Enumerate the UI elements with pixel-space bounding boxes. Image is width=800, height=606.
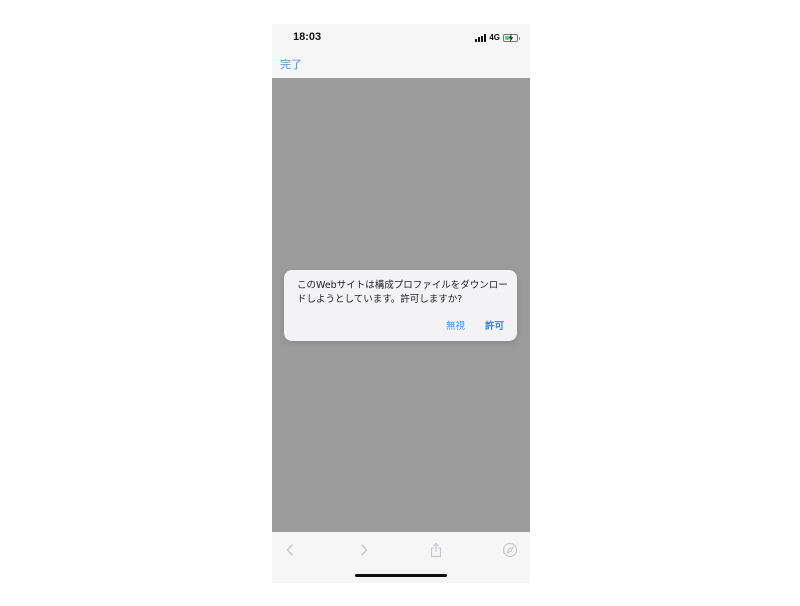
phone-screen: 18:03 4G 完了 このWebサイトは構成プロファイルをダウンロードしようと… [272,24,530,583]
charging-bolt-icon [508,33,514,42]
nav-bar: 完了 [272,52,530,78]
battery-icon [503,33,520,42]
status-bar: 18:03 4G [272,24,530,52]
allow-button[interactable]: 許可 [485,318,504,332]
download-profile-alert: このWebサイトは構成プロファイルをダウンロードしようとしています。許可しますか… [284,270,517,341]
alert-message: このWebサイトは構成プロファイルをダウンロードしようとしています。許可しますか… [297,280,508,305]
home-indicator[interactable] [355,574,447,577]
status-time: 18:03 [293,31,322,43]
network-label: 4G [489,33,500,42]
ignore-button[interactable]: 無視 [446,318,465,332]
forward-icon[interactable] [355,541,373,559]
compass-icon[interactable] [501,541,519,559]
share-icon[interactable] [427,541,445,559]
browser-toolbar [272,532,530,583]
signal-icon [475,33,487,42]
status-indicators: 4G [475,33,520,42]
back-icon[interactable] [281,541,299,559]
web-content-overlay: このWebサイトは構成プロファイルをダウンロードしようとしています。許可しますか… [272,78,530,532]
done-button[interactable]: 完了 [280,56,302,72]
